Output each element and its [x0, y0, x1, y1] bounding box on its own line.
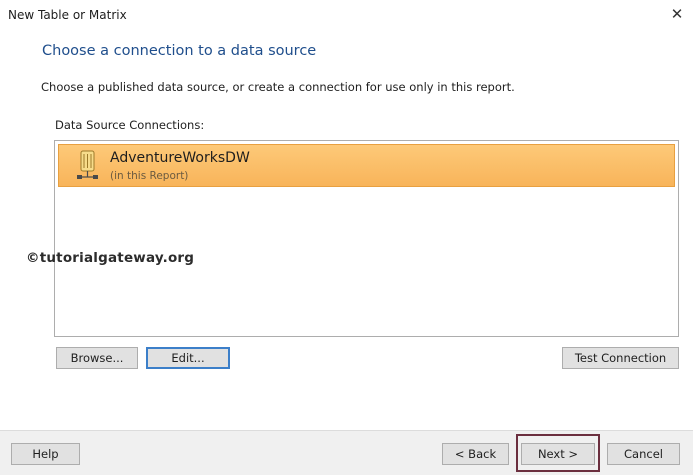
help-button[interactable]: Help: [11, 443, 80, 465]
browse-button[interactable]: Browse...: [56, 347, 138, 369]
next-button[interactable]: Next >: [521, 443, 595, 465]
instruction-text: Choose a published data source, or creat…: [41, 80, 515, 94]
cancel-button[interactable]: Cancel: [607, 443, 680, 465]
back-button[interactable]: < Back: [442, 443, 509, 465]
close-icon[interactable]: ✕: [666, 3, 688, 25]
window-title: New Table or Matrix: [8, 8, 127, 22]
list-item-adventureworksdw[interactable]: AdventureWorksDW (in this Report): [58, 144, 675, 187]
test-connection-button[interactable]: Test Connection: [562, 347, 679, 369]
data-source-connections-list[interactable]: AdventureWorksDW (in this Report): [54, 140, 679, 337]
list-item-name: AdventureWorksDW: [110, 150, 250, 166]
page-heading: Choose a connection to a data source: [42, 43, 317, 59]
list-item-location: (in this Report): [110, 170, 189, 182]
watermark-text: ©tutorialgateway.org: [26, 250, 195, 266]
edit-button[interactable]: Edit...: [146, 347, 230, 369]
data-source-connections-label: Data Source Connections:: [55, 118, 205, 132]
database-icon: [77, 150, 98, 179]
